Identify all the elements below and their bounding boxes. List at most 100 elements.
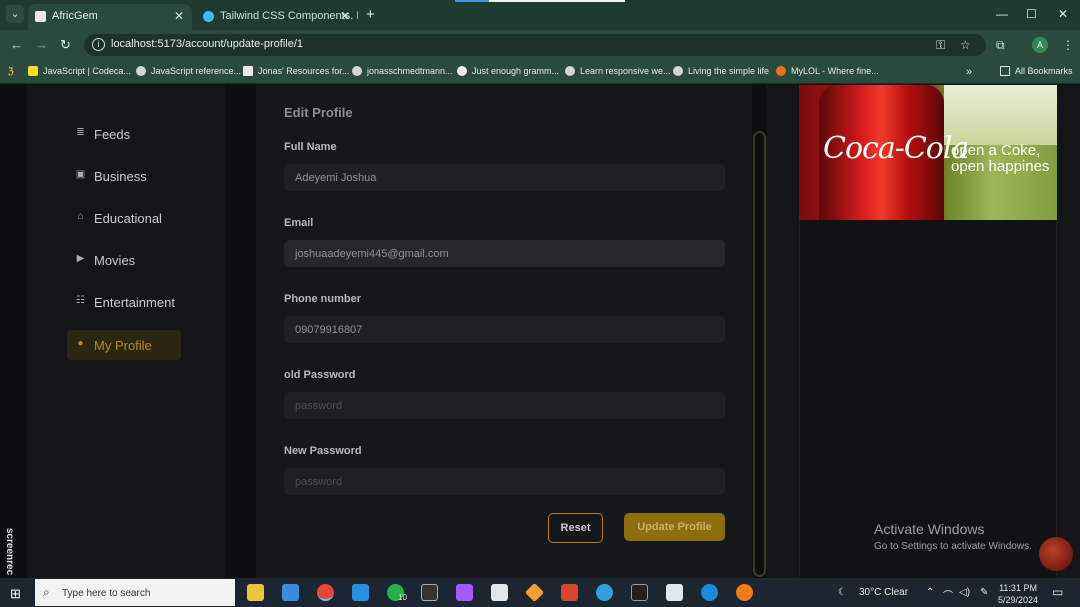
phone-label: Phone number [284,293,362,305]
ad-slogan: open a Coke, open happines [951,143,1049,175]
clock-time: 11:31 PM [999,583,1037,593]
site-info-icon[interactable]: i [92,38,105,51]
tab-search-icon[interactable]: ⌄ [6,5,24,23]
bookmark-star-icon[interactable]: ☆ [960,38,971,52]
minimize-icon[interactable]: — [996,7,1008,21]
weather-text[interactable]: 30°C Clear [859,587,908,598]
telegram-icon[interactable] [596,584,613,601]
sidebar-item-entertainment[interactable]: ☷ Entertainment [67,287,197,317]
phone-field[interactable]: 09079916807 [284,316,725,343]
back-icon[interactable]: ← [10,37,23,52]
sidebar-item-business[interactable]: ▣ Business [67,161,181,191]
taskbar-search[interactable]: ⌕ Type here to search [35,579,235,606]
password-key-icon[interactable]: ⚿ [936,38,945,53]
more-bookmarks-icon[interactable]: » [966,66,972,78]
sidebar-item-label: My Profile [94,338,152,353]
menu-icon[interactable]: ⋮ [1062,38,1074,52]
screen-recorder-widget[interactable] [1039,537,1073,571]
taskbar-clock[interactable]: 11:31 PM 5/29/2024 [998,582,1038,606]
coca-cola-ad[interactable]: Coca-Cola open a Coke, open happines [799,85,1057,220]
update-profile-button[interactable]: Update Profile [624,513,725,541]
forward-icon[interactable]: → [35,37,48,52]
notepad-icon[interactable] [666,584,683,601]
sidebar-item-my-profile[interactable]: ● My Profile [67,330,181,360]
tab-title: Tailwind CSS Components. Exam [220,10,358,22]
old-password-label: old Password [284,369,356,381]
clock-date: 5/29/2024 [998,595,1039,605]
edit-profile-form: Edit Profile Full Name Adeyemi Joshua Em… [256,85,752,578]
users-icon: ☷ [76,295,85,306]
email-field[interactable]: joshuaadeyemi445@gmail.com [284,240,725,267]
notifications-icon[interactable]: ▭ [1052,585,1063,599]
bookmark-item[interactable]: MyLOL - Where fine... [776,66,879,76]
tailwind-favicon-icon [203,11,214,22]
bookmark-item[interactable]: Learn responsive we... [565,66,671,76]
tray-chevron-icon[interactable]: ⌃ [926,587,934,598]
tab-africgem[interactable]: AfricGem ✕ [28,4,192,30]
tab-tailwind[interactable]: Tailwind CSS Components. Exam ✕ [196,4,358,30]
browser-tab-strip: ⌄ AfricGem ✕ Tailwind CSS Components. Ex… [0,0,1080,30]
new-tab-icon[interactable]: + [366,6,375,23]
sidebar-item-feeds[interactable]: ≣ Feeds [67,119,181,149]
bookmark-item[interactable]: JavaScript reference... [136,66,241,76]
all-bookmarks[interactable]: All Bookmarks [1000,66,1073,76]
store-icon[interactable] [491,584,508,601]
close-window-icon[interactable]: ✕ [1058,7,1068,21]
file-explorer-icon[interactable] [247,584,264,601]
vscode-icon[interactable] [352,584,369,601]
firefox-icon[interactable] [736,584,753,601]
network-icon[interactable]: ⌒ [943,587,953,602]
terminal-icon[interactable] [421,584,438,601]
graduation-cap-icon: ⌂ [77,211,84,222]
windows-taskbar: ⊞ ⌕ Type here to search 10 ☾ 30°C Clear … [0,578,1080,607]
search-placeholder: Type here to search [62,588,151,599]
activate-title: Activate Windows [874,521,985,537]
close-tab-icon[interactable]: ✕ [174,9,184,23]
sidebar-item-movies[interactable]: ▶ Movies [67,245,181,275]
full-name-field[interactable]: Adeyemi Joshua [284,164,725,191]
console-icon[interactable] [631,584,648,601]
email-label: Email [284,217,314,229]
scrollbar[interactable] [753,131,766,577]
reset-button[interactable]: Reset [548,513,603,543]
chrome-icon[interactable] [317,584,334,601]
whatsapp-badge: 10 [398,593,407,602]
bookmark-item[interactable]: Just enough gramm... [457,66,559,76]
bookmark-item[interactable]: jonasschmedtmann... [352,66,453,76]
new-password-field[interactable]: password [284,468,725,495]
address-bar[interactable]: i localhost:5173/account/update-profile/… [84,34,986,56]
edge-icon[interactable] [701,584,718,601]
maximize-icon[interactable]: ☐ [1026,7,1037,21]
play-circle-icon: ▶ [76,253,85,264]
ad-brand-logo: Coca-Cola [823,131,969,166]
activate-subtitle: Go to Settings to activate Windows. [874,541,1032,552]
profile-avatar[interactable]: A [1032,37,1048,53]
bookmark-item[interactable]: Jonas' Resources for... [243,66,349,76]
app-viewport: ≣ Feeds ▣ Business ⌂ Educational ▶ Movie… [0,85,1080,578]
sidebar: ≣ Feeds ▣ Business ⌂ Educational ▶ Movie… [27,85,225,578]
browser-toolbar: ← → ↻ i localhost:5173/account/update-pr… [0,30,1080,60]
full-name-label: Full Name [284,141,337,153]
url-text: localhost:5173/account/update-profile/1 [111,38,304,50]
sidebar-item-label: Educational [94,211,162,226]
sidebar-item-educational[interactable]: ⌂ Educational [67,203,181,233]
sidebar-item-label: Movies [94,253,136,268]
bookmark-item[interactable]: JavaScript | Codeca... [28,66,131,76]
extensions-icon[interactable]: ⧉ [996,38,1005,53]
close-tab-icon[interactable]: ✕ [340,9,350,23]
figma-icon[interactable] [456,584,473,601]
mail-icon[interactable] [282,584,299,601]
git-icon[interactable] [524,582,545,603]
reload-icon[interactable]: ↻ [60,37,71,53]
volume-icon[interactable]: ◁) [959,587,970,598]
weather-moon-icon: ☾ [838,587,847,598]
ad-slogan-line: open happines [951,158,1050,175]
postman-icon[interactable] [561,584,578,601]
codecademy-bookmark-icon[interactable]: ℨ [8,66,14,77]
new-password-label: New Password [284,445,362,457]
bookmark-item[interactable]: Living the simple life [673,66,769,76]
user-icon: ● [77,338,84,349]
pen-icon[interactable]: ✎ [980,587,988,598]
old-password-field[interactable]: password [284,392,725,419]
windows-start-icon[interactable]: ⊞ [10,586,21,602]
